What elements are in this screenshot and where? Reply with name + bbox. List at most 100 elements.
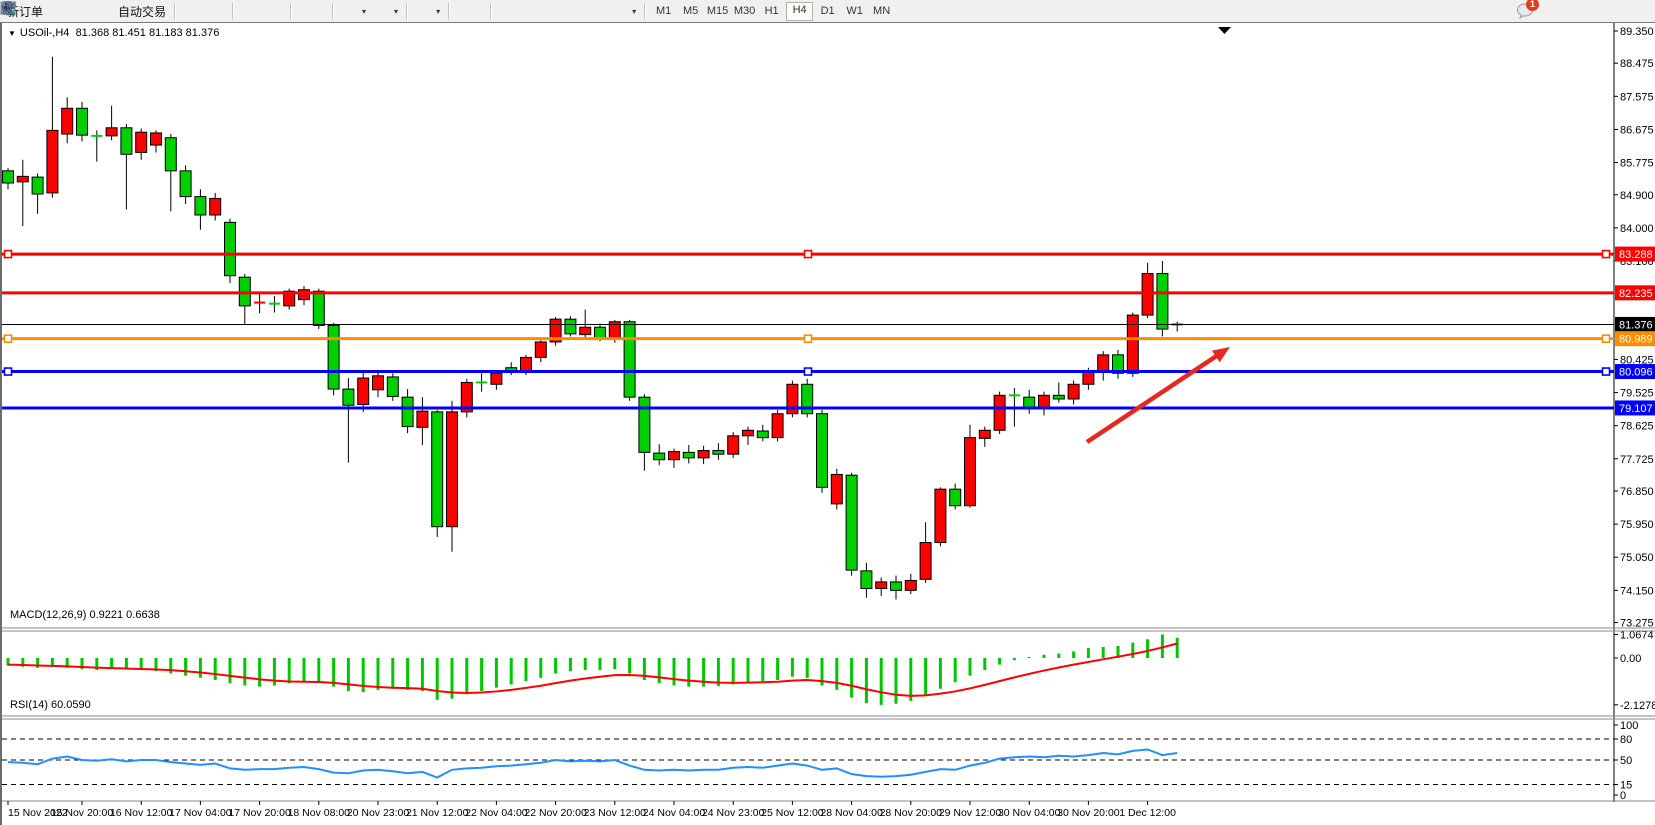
search-icon[interactable]: [1490, 3, 1506, 19]
rsi-indicator-label: RSI(14) 60.0590: [10, 699, 91, 711]
collapse-triangle-icon[interactable]: ▼: [8, 29, 16, 38]
vertical-line-icon[interactable]: [496, 3, 512, 19]
timeframe-button-MN[interactable]: MN: [869, 3, 894, 20]
chart-shift-icon[interactable]: [296, 3, 312, 19]
macd-layer: [8, 634, 1177, 704]
trendline-icon[interactable]: [528, 3, 544, 19]
svg-text:22 Nov 04:00: 22 Nov 04:00: [465, 807, 528, 819]
svg-text:28 Nov 20:00: 28 Nov 20:00: [880, 807, 943, 819]
toolbar-separator: [448, 3, 450, 20]
svg-text:22 Nov 20:00: 22 Nov 20:00: [524, 807, 587, 819]
svg-text:81.376: 81.376: [1619, 319, 1653, 331]
svg-text:76.850: 76.850: [1620, 486, 1654, 498]
cursor-icon[interactable]: [454, 3, 470, 19]
auto-trading-button[interactable]: 自动交易: [95, 1, 170, 21]
svg-text:82.235: 82.235: [1619, 288, 1653, 300]
svg-text:84.900: 84.900: [1620, 190, 1654, 202]
svg-text:1 Dec 12:00: 1 Dec 12:00: [1119, 807, 1176, 819]
signal-icon[interactable]: [79, 3, 95, 19]
svg-text:80: 80: [1620, 734, 1632, 746]
axis-layer: 89.35088.47587.57586.67585.77584.90084.0…: [2, 23, 1655, 802]
toolbar-right: 1: [1490, 2, 1532, 21]
svg-text:24 Nov 04:00: 24 Nov 04:00: [643, 807, 706, 819]
new-order-icon[interactable]: [47, 3, 63, 19]
new-chart-icon: [342, 3, 358, 19]
period-clock-icon: [374, 3, 390, 19]
chart-window[interactable]: ▼USOil-,H4 81.368 81.451 81.183 81.376 M…: [0, 23, 1655, 825]
candlestick-chart-icon[interactable]: [196, 3, 212, 19]
indicators-button[interactable]: ▾: [412, 1, 444, 21]
svg-text:88.475: 88.475: [1620, 58, 1654, 70]
toolbar-separator: [174, 3, 176, 20]
chevron-down-icon: ▾: [436, 7, 440, 16]
timeframe-button-M30[interactable]: M30: [732, 3, 757, 20]
svg-text:17 Nov 20:00: 17 Nov 20:00: [228, 807, 291, 819]
zoom-in-icon[interactable]: [238, 3, 254, 19]
auto-trading-label: 自动交易: [118, 3, 166, 20]
horizontal-line-icon[interactable]: [512, 3, 528, 19]
svg-text:29 Nov 12:00: 29 Nov 12:00: [939, 807, 1002, 819]
svg-text:28 Nov 04:00: 28 Nov 04:00: [820, 807, 883, 819]
svg-text:89.350: 89.350: [1620, 26, 1654, 38]
timeframe-button-M5[interactable]: M5: [678, 3, 703, 20]
arrows-button[interactable]: ▾: [608, 1, 640, 21]
rsi-layer: [8, 750, 1177, 778]
symbol-period-label: USOil-,H4: [20, 27, 70, 39]
line-chart-icon[interactable]: [212, 3, 228, 19]
svg-text:-2.1278: -2.1278: [1620, 700, 1655, 712]
timeframe-button-D1[interactable]: D1: [815, 3, 840, 20]
timeframe-group: M1M5M15M30H1H4D1W1MN: [650, 2, 895, 21]
svg-text:86.675: 86.675: [1620, 124, 1654, 136]
chevron-down-icon: ▾: [632, 7, 636, 16]
svg-text:24 Nov 23:00: 24 Nov 23:00: [702, 807, 765, 819]
chart-autoscroll-icon[interactable]: [312, 3, 328, 19]
svg-text:80.989: 80.989: [1619, 334, 1653, 346]
svg-text:78.625: 78.625: [1620, 421, 1654, 433]
svg-text:75.050: 75.050: [1620, 552, 1654, 564]
svg-text:21 Nov 12:00: 21 Nov 12:00: [406, 807, 469, 819]
svg-text:75.950: 75.950: [1620, 519, 1654, 531]
toolbar-separator: [232, 3, 234, 20]
period-button[interactable]: ▾: [370, 1, 402, 21]
svg-text:80.096: 80.096: [1619, 367, 1653, 379]
fibonacci-icon[interactable]: F: [560, 3, 576, 19]
svg-text:87.575: 87.575: [1620, 91, 1654, 103]
chat-button[interactable]: 1: [1516, 2, 1532, 21]
chevron-down-icon: ▾: [394, 7, 398, 16]
zoom-out-icon[interactable]: [254, 3, 270, 19]
candles-layer: [3, 57, 1183, 600]
equidistant-channel-icon[interactable]: E: [544, 3, 560, 19]
timeframe-button-H4[interactable]: H4: [786, 2, 813, 21]
svg-text:17 Nov 04:00: 17 Nov 04:00: [169, 807, 232, 819]
toolbar-separator: [644, 3, 646, 20]
mt4-application: { "toolbar": { "new_order_label": "新订单",…: [0, 0, 1655, 825]
timeframe-button-M15[interactable]: M15: [705, 3, 730, 20]
tile-windows-icon[interactable]: [270, 3, 286, 19]
chart-canvas[interactable]: 89.35088.47587.57586.67585.77584.90084.0…: [2, 23, 1655, 825]
text-icon[interactable]: A: [576, 3, 592, 19]
timeframe-button-M1[interactable]: M1: [651, 3, 676, 20]
text-label-icon[interactable]: T: [592, 3, 608, 19]
macd-indicator-label: MACD(12,26,9) 0.9221 0.6638: [10, 609, 160, 621]
timeframe-button-W1[interactable]: W1: [842, 3, 867, 20]
toolbar-separator: [332, 3, 334, 20]
svg-text:20 Nov 23:00: 20 Nov 23:00: [347, 807, 410, 819]
svg-text:84.000: 84.000: [1620, 223, 1654, 235]
crosshair-icon[interactable]: [470, 3, 486, 19]
chart-title: ▼USOil-,H4 81.368 81.451 81.183 81.376: [8, 27, 219, 39]
svg-text:74.150: 74.150: [1620, 585, 1654, 597]
svg-text:15 Nov 20:00: 15 Nov 20:00: [51, 807, 114, 819]
new-chart-button[interactable]: ▾: [338, 1, 370, 21]
autotrade-globe-icon: [99, 3, 115, 19]
toolbar-separator: [406, 3, 408, 20]
price-lines-layer: 83.28882.23581.37680.98980.09679.107: [2, 27, 1655, 415]
svg-text:100: 100: [1620, 720, 1638, 732]
bar-chart-icon[interactable]: [180, 3, 196, 19]
accounts-icon[interactable]: [63, 3, 79, 19]
chart-shift-marker: [1218, 27, 1231, 34]
svg-text:0: 0: [1620, 790, 1626, 802]
timeframe-button-H1[interactable]: H1: [759, 3, 784, 20]
chevron-down-icon: ▾: [362, 7, 366, 16]
notification-badge: 1: [1526, 0, 1539, 11]
svg-text:50: 50: [1620, 755, 1632, 767]
